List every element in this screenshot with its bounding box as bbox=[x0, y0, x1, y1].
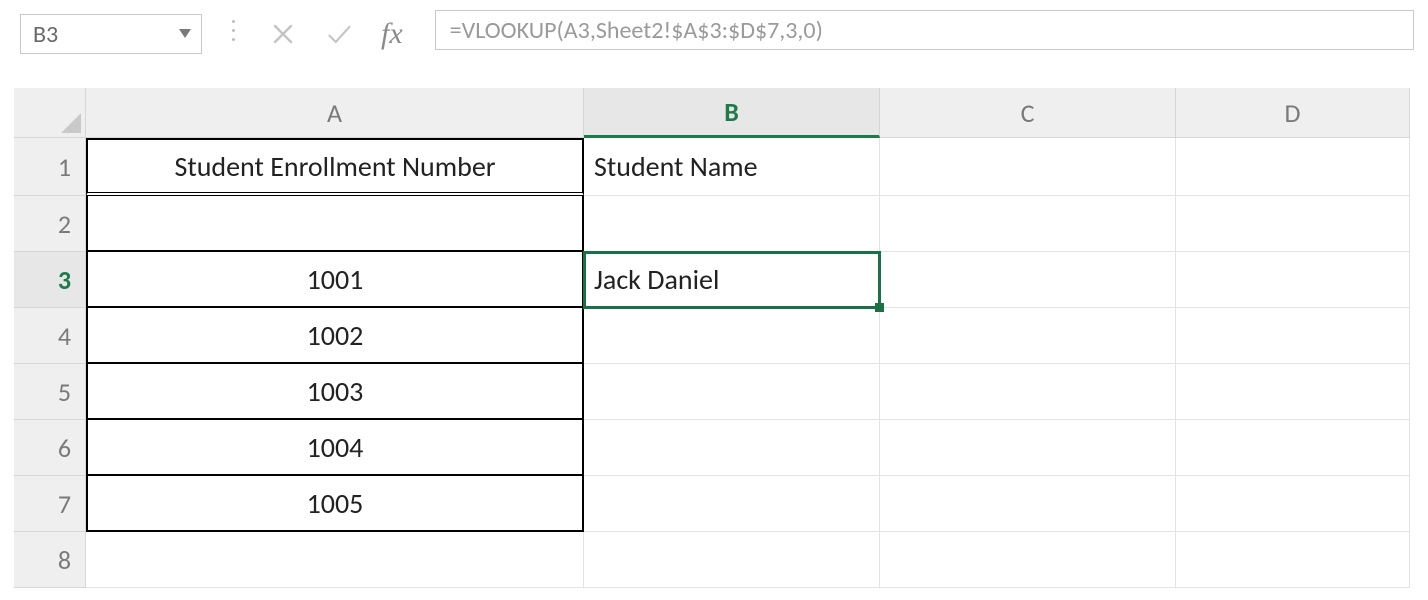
cell-A8[interactable] bbox=[86, 532, 584, 588]
cell-C4[interactable] bbox=[880, 308, 1176, 364]
cell-A2[interactable] bbox=[86, 196, 584, 252]
cell-B4[interactable] bbox=[584, 308, 880, 364]
formula-input-wrap[interactable] bbox=[435, 10, 1414, 50]
cell-D7[interactable] bbox=[1176, 476, 1410, 532]
name-box-wrap: B3 bbox=[20, 10, 202, 58]
row-6: 6 1004 bbox=[14, 420, 1414, 476]
cell-A3[interactable]: 1001 bbox=[86, 252, 584, 308]
formula-input[interactable] bbox=[448, 15, 1401, 46]
cell-A1[interactable]: Student Enrollment Number bbox=[86, 138, 584, 196]
row-header-4[interactable]: 4 bbox=[14, 308, 86, 364]
cell-B7[interactable] bbox=[584, 476, 880, 532]
row-5: 5 1003 bbox=[14, 364, 1414, 420]
cell-D8[interactable] bbox=[1176, 532, 1410, 588]
cell-C8[interactable] bbox=[880, 532, 1176, 588]
row-header-3[interactable]: 3 bbox=[14, 252, 86, 308]
column-header-row: A B C D bbox=[14, 88, 1414, 138]
cell-A5[interactable]: 1003 bbox=[86, 364, 584, 420]
sheet-grid[interactable]: A B C D 1 Student Enrollment Number Stud… bbox=[14, 88, 1414, 588]
grip-separator bbox=[230, 10, 237, 50]
row-header-8[interactable]: 8 bbox=[14, 532, 86, 588]
row-header-1[interactable]: 1 bbox=[14, 138, 86, 196]
cell-D2[interactable] bbox=[1176, 196, 1410, 252]
cell-D1[interactable] bbox=[1176, 138, 1410, 196]
name-box[interactable]: B3 bbox=[20, 14, 202, 54]
row-2: 2 bbox=[14, 196, 1414, 252]
cell-B6[interactable] bbox=[584, 420, 880, 476]
fill-handle[interactable] bbox=[875, 303, 884, 312]
enter-icon[interactable] bbox=[321, 16, 357, 52]
formula-bar-row: B3 fx bbox=[14, 10, 1414, 58]
row-1: 1 Student Enrollment Number Student Name bbox=[14, 138, 1414, 196]
cell-A7[interactable]: 1005 bbox=[86, 476, 584, 532]
cell-A4[interactable]: 1002 bbox=[86, 308, 584, 364]
cancel-icon[interactable] bbox=[265, 16, 301, 52]
cell-C3[interactable] bbox=[880, 252, 1176, 308]
cell-C1[interactable] bbox=[880, 138, 1176, 196]
row-header-2[interactable]: 2 bbox=[14, 196, 86, 252]
col-header-B[interactable]: B bbox=[584, 88, 880, 138]
row-7: 7 1005 bbox=[14, 476, 1414, 532]
row-header-5[interactable]: 5 bbox=[14, 364, 86, 420]
cell-C2[interactable] bbox=[880, 196, 1176, 252]
excel-window: B3 fx bbox=[0, 0, 1428, 600]
cell-D3[interactable] bbox=[1176, 252, 1410, 308]
cell-B3[interactable]: Jack Daniel bbox=[584, 252, 880, 308]
cell-D4[interactable] bbox=[1176, 308, 1410, 364]
col-header-D[interactable]: D bbox=[1176, 88, 1410, 138]
row-header-6[interactable]: 6 bbox=[14, 420, 86, 476]
cell-C5[interactable] bbox=[880, 364, 1176, 420]
select-all-corner[interactable] bbox=[14, 88, 86, 138]
row-header-7[interactable]: 7 bbox=[14, 476, 86, 532]
cell-B5[interactable] bbox=[584, 364, 880, 420]
cell-A6[interactable]: 1004 bbox=[86, 420, 584, 476]
cell-C6[interactable] bbox=[880, 420, 1176, 476]
name-box-value: B3 bbox=[33, 20, 58, 49]
fx-icon[interactable]: fx bbox=[377, 16, 407, 52]
row-4: 4 1002 bbox=[14, 308, 1414, 364]
chevron-down-icon[interactable] bbox=[179, 29, 191, 39]
cell-B8[interactable] bbox=[584, 532, 880, 588]
col-header-A[interactable]: A bbox=[86, 88, 584, 138]
col-header-C[interactable]: C bbox=[880, 88, 1176, 138]
cell-B1[interactable]: Student Name bbox=[584, 138, 880, 196]
cell-B2[interactable] bbox=[584, 196, 880, 252]
cell-C7[interactable] bbox=[880, 476, 1176, 532]
cell-D6[interactable] bbox=[1176, 420, 1410, 476]
row-3: 3 1001 Jack Daniel bbox=[14, 252, 1414, 308]
cell-D5[interactable] bbox=[1176, 364, 1410, 420]
row-8: 8 bbox=[14, 532, 1414, 588]
formula-buttons: fx bbox=[265, 10, 407, 58]
